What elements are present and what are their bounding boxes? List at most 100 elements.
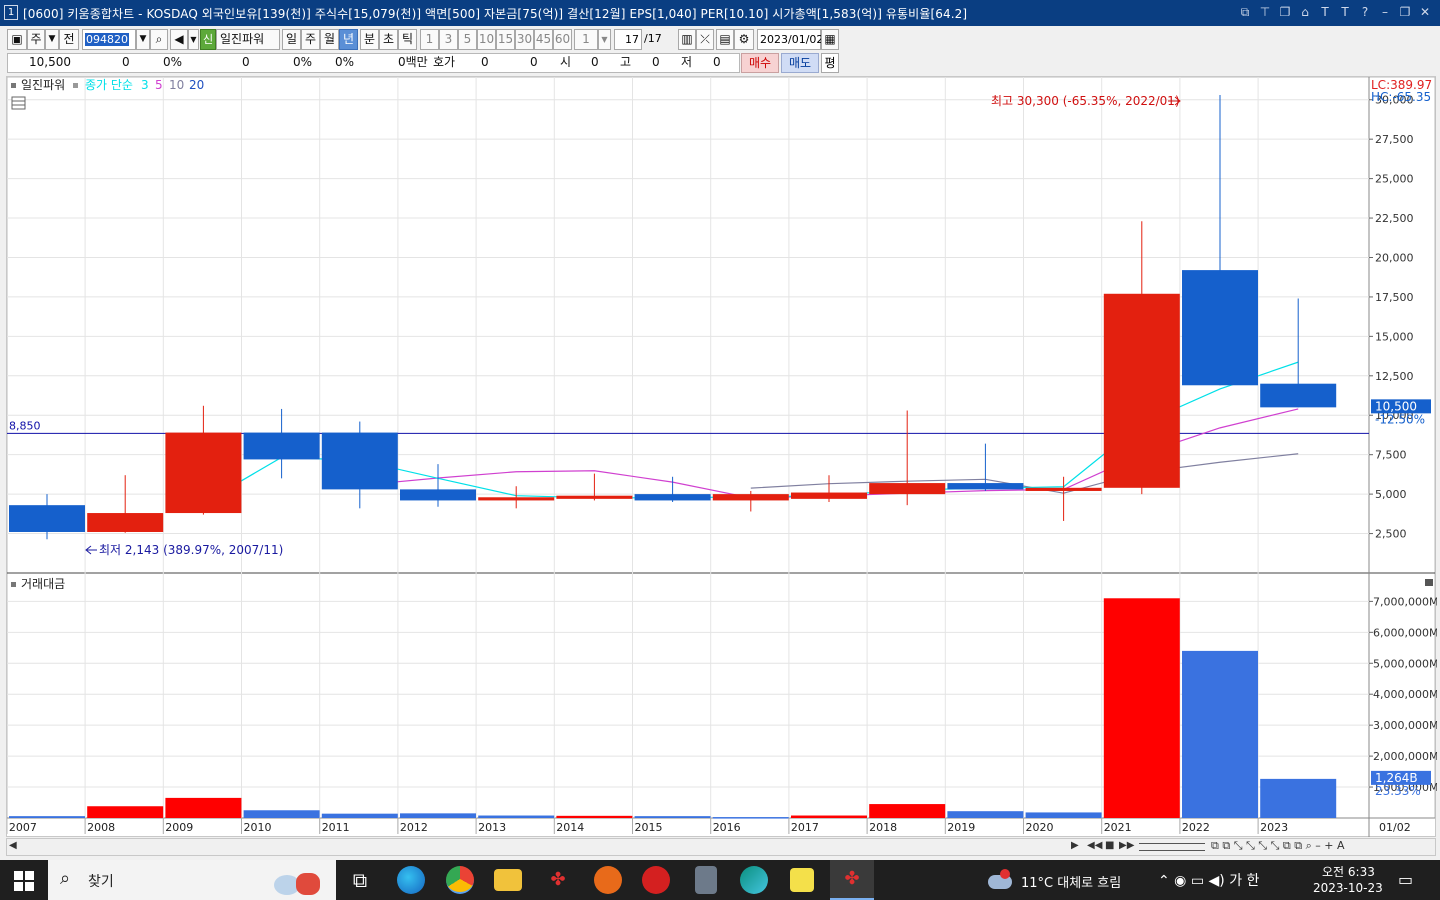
candle-type-icon[interactable]: ▥ bbox=[678, 29, 696, 50]
volume-bar[interactable] bbox=[87, 806, 164, 818]
close-icon[interactable]: ✕ bbox=[1416, 4, 1434, 21]
file-explorer-icon[interactable] bbox=[494, 869, 522, 891]
speaker-dropdown-icon[interactable]: ▼ bbox=[188, 29, 199, 50]
eval-button[interactable]: 평 bbox=[821, 53, 839, 73]
tray-icons[interactable]: ⌃ ◉ ▭ ◀) 가 한 bbox=[1158, 870, 1259, 890]
period-day[interactable]: 일 bbox=[282, 29, 301, 50]
period-minute[interactable]: 분 bbox=[360, 29, 379, 50]
volume-bar[interactable] bbox=[712, 817, 789, 819]
interval-1[interactable]: 1 bbox=[420, 29, 439, 50]
volume-bar[interactable] bbox=[634, 816, 711, 818]
text-settings-icon[interactable]: T bbox=[1336, 4, 1354, 21]
calculator-icon[interactable] bbox=[695, 866, 717, 894]
candle-body[interactable] bbox=[1103, 293, 1180, 488]
stop-icon[interactable]: ■ bbox=[1105, 840, 1114, 851]
volume-bar[interactable] bbox=[1103, 598, 1180, 818]
settings-icon[interactable]: ⌂ bbox=[1296, 4, 1314, 21]
market-dropdown-icon[interactable]: ▼ bbox=[45, 29, 59, 50]
speaker-icon[interactable]: ◀ bbox=[170, 29, 188, 50]
interval-5[interactable]: 5 bbox=[458, 29, 477, 50]
help-icon[interactable]: ? bbox=[1356, 4, 1374, 21]
volume-bar[interactable] bbox=[947, 811, 1024, 818]
notification-icon[interactable]: ▭ bbox=[1398, 870, 1413, 889]
stock-name[interactable]: 일진파워 bbox=[216, 29, 280, 50]
zoom-slider[interactable] bbox=[1139, 843, 1205, 851]
prev-button[interactable]: 전 bbox=[59, 29, 79, 50]
data-table-icon[interactable] bbox=[11, 96, 26, 110]
view-tools-icon[interactable]: ⧉ ⧉ ⤡ ⤡ ⤡ ⤡ ⧉ ⧉ ⌕ – + A bbox=[1211, 839, 1344, 853]
volume-bar[interactable] bbox=[1025, 812, 1102, 818]
weather-icon[interactable] bbox=[988, 869, 1014, 891]
market-button[interactable]: 주 bbox=[27, 29, 45, 50]
period-second[interactable]: 초 bbox=[379, 29, 398, 50]
date-input[interactable]: 2023/01/02 bbox=[757, 29, 823, 50]
calendar-icon[interactable]: ▦ bbox=[821, 29, 839, 50]
kakao-icon[interactable] bbox=[594, 866, 622, 894]
interval-3[interactable]: 3 bbox=[439, 29, 458, 50]
app-red-icon[interactable] bbox=[642, 866, 670, 894]
chrome-icon[interactable] bbox=[446, 866, 474, 894]
windows-start-icon[interactable] bbox=[14, 871, 34, 891]
stock-code-input[interactable]: 094820 bbox=[82, 29, 136, 50]
volume-bar[interactable] bbox=[1182, 650, 1258, 818]
forward-icon[interactable]: ▶▶ bbox=[1119, 840, 1134, 851]
edge-icon[interactable] bbox=[397, 866, 425, 894]
copy-window-icon[interactable]: ❐ bbox=[1276, 4, 1294, 21]
volume-bar[interactable] bbox=[869, 804, 946, 818]
restore-icon[interactable]: ❐ bbox=[1396, 4, 1414, 21]
candle-body[interactable] bbox=[400, 489, 476, 501]
interval-10[interactable]: 10 bbox=[477, 29, 496, 50]
layout-icon[interactable]: ▣ bbox=[7, 29, 27, 50]
candle-body[interactable] bbox=[791, 492, 867, 499]
interval-45[interactable]: 45 bbox=[534, 29, 553, 50]
kiwoom-icon[interactable]: ✤ bbox=[544, 866, 572, 894]
kiwoom-active-icon[interactable]: ✤ bbox=[830, 860, 874, 900]
volume-bar[interactable] bbox=[791, 815, 867, 818]
candle-body[interactable] bbox=[947, 483, 1024, 490]
window-number-badge[interactable]: 1 bbox=[4, 5, 18, 20]
candle-body[interactable] bbox=[869, 483, 946, 495]
minimize-icon[interactable]: – bbox=[1376, 4, 1394, 21]
sticky-notes-icon[interactable] bbox=[790, 868, 814, 892]
interval-15[interactable]: 15 bbox=[496, 29, 515, 50]
candle-body[interactable] bbox=[712, 494, 789, 501]
period-month[interactable]: 월 bbox=[320, 29, 339, 50]
scroll-left-icon[interactable]: ◀ bbox=[9, 840, 17, 851]
candle-body[interactable] bbox=[243, 432, 320, 460]
candle-body[interactable] bbox=[1260, 383, 1337, 408]
volume-bar[interactable] bbox=[478, 815, 555, 818]
volume-bar[interactable] bbox=[1260, 778, 1337, 818]
play-icon[interactable]: ▶ bbox=[1071, 840, 1079, 851]
interval-input[interactable]: 1 bbox=[574, 29, 598, 50]
period-year[interactable]: 년 bbox=[339, 29, 358, 50]
candle-body[interactable] bbox=[9, 505, 85, 532]
chart-scrollbar[interactable]: ◀ ▶ ◀◀ ■ ▶▶ ⧉ ⧉ ⤡ ⤡ ⤡ ⤡ ⧉ ⧉ ⌕ – + A bbox=[6, 838, 1436, 856]
volume-bar[interactable] bbox=[556, 815, 633, 818]
volume-bar[interactable] bbox=[9, 816, 85, 818]
candle-body[interactable] bbox=[1182, 270, 1258, 386]
rewind-icon[interactable]: ◀◀ bbox=[1087, 840, 1102, 851]
stock-code-dropdown-icon[interactable]: ▼ bbox=[136, 29, 150, 50]
period-tick[interactable]: 틱 bbox=[398, 29, 417, 50]
task-view-icon[interactable]: ⧉ bbox=[346, 866, 374, 894]
candle-body[interactable] bbox=[1025, 487, 1102, 491]
candle-body[interactable] bbox=[165, 432, 242, 514]
interval-dropdown-icon[interactable]: ▼ bbox=[598, 29, 611, 50]
pin-icon[interactable]: ⊤ bbox=[1256, 4, 1274, 21]
candle-body[interactable] bbox=[87, 513, 164, 532]
chart-area[interactable]: 2,500 5,000 7,500 10,000 12,500 15,000 17,500 2… bbox=[6, 76, 1437, 838]
volume-bar[interactable] bbox=[165, 797, 242, 818]
candle-body[interactable] bbox=[556, 495, 633, 499]
app-teal-icon[interactable] bbox=[740, 866, 768, 894]
volume-bar[interactable] bbox=[243, 810, 320, 818]
link-icon[interactable]: ⧉ bbox=[1236, 4, 1254, 21]
chart-svg[interactable]: 2,5005,0007,50010,00012,50015,00017,5002… bbox=[7, 77, 1437, 838]
search-icon[interactable]: ⌕ bbox=[150, 29, 168, 50]
candle-body[interactable] bbox=[478, 497, 555, 501]
sell-button[interactable]: 매도 bbox=[781, 53, 819, 73]
text-icon[interactable]: T bbox=[1316, 4, 1334, 21]
interval-30[interactable]: 30 bbox=[515, 29, 534, 50]
volume-bar[interactable] bbox=[400, 813, 476, 818]
gear-icon[interactable]: ⚙ bbox=[734, 29, 754, 50]
candle-body[interactable] bbox=[634, 494, 711, 501]
